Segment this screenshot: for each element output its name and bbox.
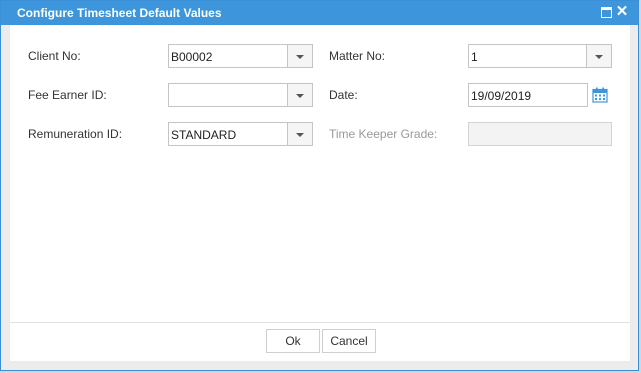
close-icon[interactable]: ✕	[615, 4, 629, 19]
matter-no-label: Matter No:	[329, 49, 386, 63]
client-no-label: Client No:	[28, 49, 81, 63]
configure-timesheet-dialog: Configure Timesheet Default Values ✕ Cli…	[0, 0, 639, 371]
client-no-value[interactable]: B00002	[171, 50, 212, 64]
form-area: Client No: B00002 Matter No: 1 Fee Earne…	[10, 25, 630, 322]
date-field[interactable]: 19/09/2019	[468, 83, 588, 107]
chevron-down-icon	[296, 55, 304, 59]
dialog-footer: Ok Cancel	[10, 322, 630, 361]
date-value[interactable]: 19/09/2019	[471, 89, 531, 103]
client-no-combo[interactable]: B00002	[168, 44, 313, 68]
remuneration-id-combo[interactable]: STANDARD	[168, 122, 313, 146]
remuneration-id-value[interactable]: STANDARD	[171, 128, 236, 142]
date-label: Date:	[329, 88, 358, 102]
dialog-titlebar[interactable]: Configure Timesheet Default Values ✕	[1, 1, 638, 25]
fee-earner-id-label: Fee Earner ID:	[28, 88, 107, 102]
time-keeper-grade-label: Time Keeper Grade:	[329, 127, 438, 141]
client-no-dropdown-button[interactable]	[287, 45, 312, 67]
calendar-icon[interactable]	[592, 87, 608, 103]
matter-no-value[interactable]: 1	[471, 50, 478, 64]
ok-button[interactable]: Ok	[266, 329, 320, 353]
chevron-down-icon	[595, 55, 603, 59]
remuneration-id-label: Remuneration ID:	[28, 127, 123, 141]
dialog-title: Configure Timesheet Default Values	[17, 6, 222, 20]
matter-no-combo[interactable]: 1	[468, 44, 612, 68]
remuneration-id-dropdown-button[interactable]	[287, 123, 312, 145]
time-keeper-grade-field	[468, 122, 612, 146]
fee-earner-id-dropdown-button[interactable]	[287, 84, 312, 106]
fee-earner-id-combo[interactable]	[168, 83, 313, 107]
maximize-icon[interactable]	[600, 5, 614, 19]
chevron-down-icon	[296, 94, 304, 98]
chevron-down-icon	[296, 133, 304, 137]
matter-no-dropdown-button[interactable]	[586, 45, 611, 67]
cancel-button[interactable]: Cancel	[322, 329, 376, 353]
